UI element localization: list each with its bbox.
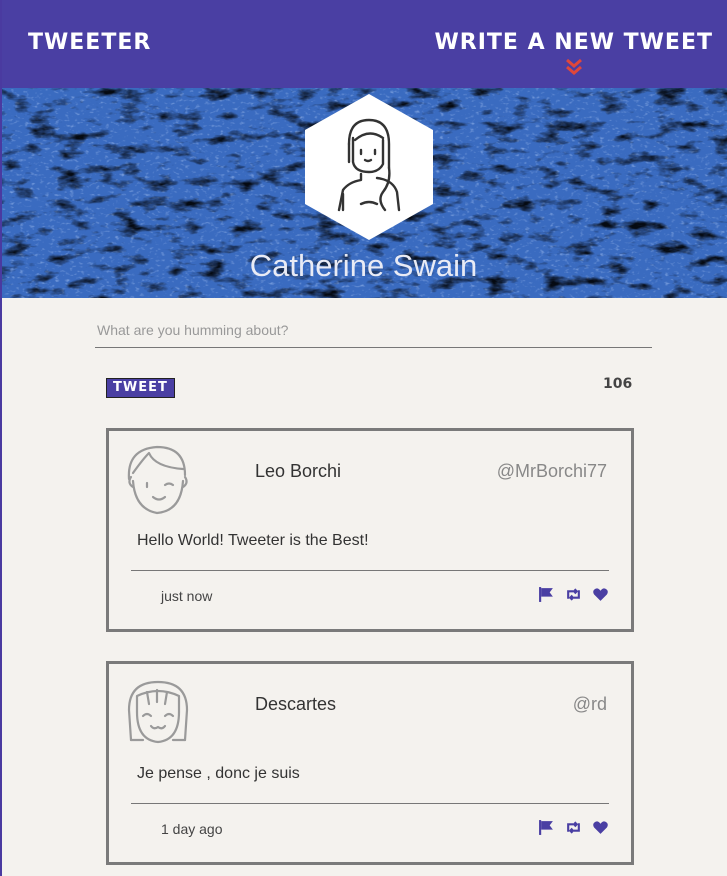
tweet-divider: [131, 570, 609, 571]
retweet-icon[interactable]: [565, 586, 582, 603]
profile-header: Catherine Swain: [0, 88, 727, 298]
tweet-author-handle: @rd: [572, 694, 607, 714]
character-counter: 106: [603, 376, 633, 392]
heart-icon[interactable]: [592, 586, 609, 603]
user-avatar: [127, 445, 188, 515]
page-edge: [0, 0, 2, 876]
tweet-timestamp: 1 day ago: [161, 821, 223, 837]
flag-icon[interactable]: [538, 586, 555, 603]
submit-tweet-button[interactable]: TWEET: [106, 378, 175, 398]
tweet-author-name: Leo Borchi: [255, 461, 342, 481]
tweet-timestamp: just now: [161, 588, 213, 604]
tweet-divider: [131, 803, 609, 804]
compose-toggle[interactable]: WRITE A NEW TWEET: [435, 30, 713, 77]
heart-icon[interactable]: [592, 819, 609, 836]
tweet-card: Descartes @rd Je pense , donc je suis 1 …: [106, 661, 634, 865]
tweet-author-handle: @MrBorchi77: [496, 461, 607, 481]
tweet-text: Hello World! Tweeter is the Best!: [137, 532, 369, 549]
retweet-icon[interactable]: [565, 819, 582, 836]
tweet-actions: [538, 819, 609, 836]
chevron-double-down-icon[interactable]: [564, 57, 584, 77]
compose-form: TWEET 106: [95, 312, 652, 398]
tweet-card: Leo Borchi @MrBorchi77 Hello World! Twee…: [106, 428, 634, 632]
flag-icon[interactable]: [538, 819, 555, 836]
profile-name: Catherine Swain: [249, 248, 478, 283]
user-avatar: [127, 680, 189, 744]
tweet-author-name: Descartes: [255, 694, 337, 714]
brand-logo[interactable]: TWEETER: [28, 30, 151, 55]
top-navbar: TWEETER WRITE A NEW TWEET: [0, 0, 727, 88]
tweet-text-input[interactable]: [95, 312, 652, 348]
profile-avatar: [305, 94, 433, 240]
tweet-text: Je pense , donc je suis: [137, 765, 300, 782]
compose-label[interactable]: WRITE A NEW TWEET: [435, 30, 713, 55]
tweet-actions: [538, 586, 609, 603]
